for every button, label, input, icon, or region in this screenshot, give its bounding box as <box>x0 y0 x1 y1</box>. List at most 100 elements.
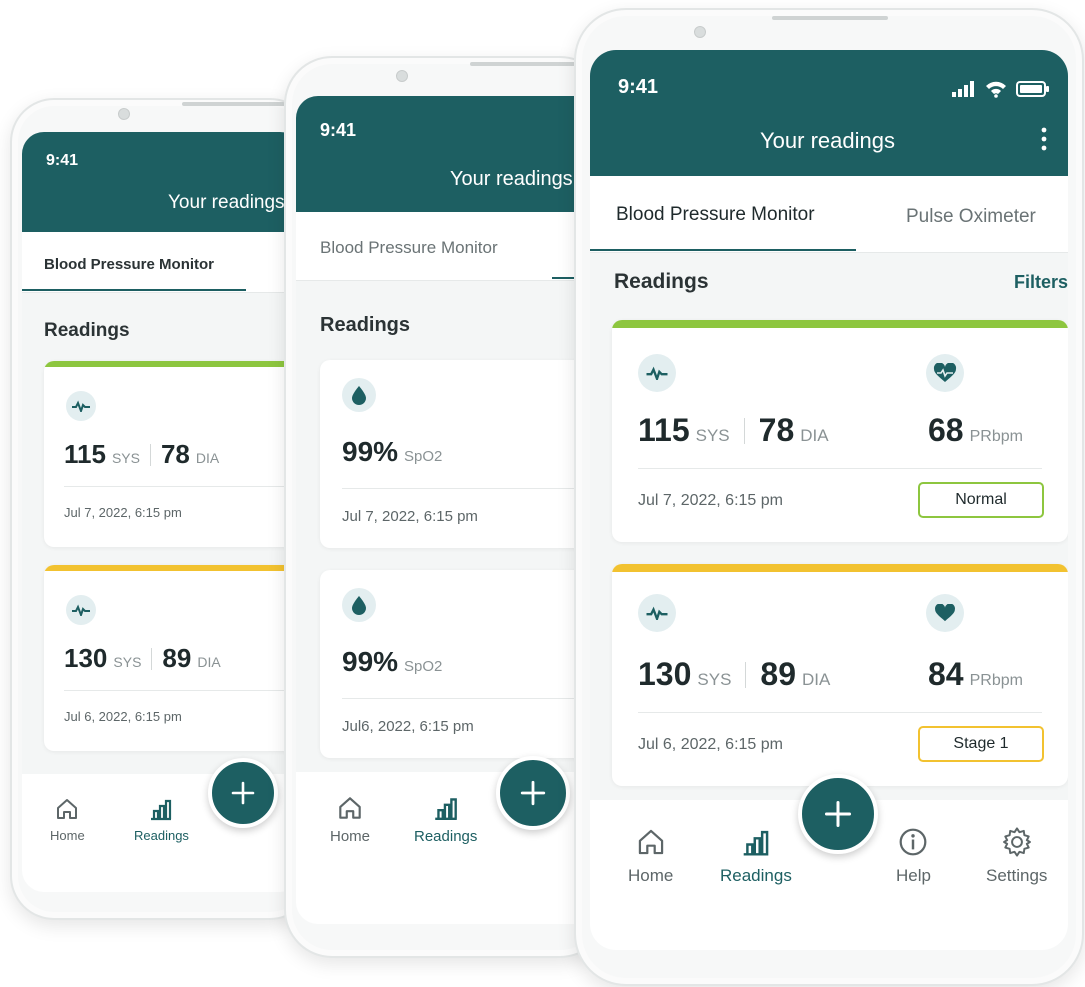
card-divider <box>342 488 596 489</box>
phone-screen: 9:41 Your readings Blood Pressure Monito… <box>296 96 596 924</box>
card-divider <box>342 698 596 699</box>
nav-settings[interactable]: Settings <box>986 826 1047 886</box>
nav-readings-label: Readings <box>720 866 792 885</box>
app-header: 9:41 Your readings <box>296 96 596 212</box>
home-icon <box>57 799 78 819</box>
readings-heading: Readings <box>320 314 411 336</box>
bar-chart-icon <box>434 798 457 820</box>
camera-dot <box>118 108 130 120</box>
status-badge-label: Stage 1 <box>953 735 1009 752</box>
spo2-reading-card[interactable]: 99% SpO2 Jul 7, 2022, 6:15 pm <box>320 360 596 548</box>
reading-date: Jul 7, 2022, 6:15 pm <box>638 492 783 509</box>
dia-unit: DIA <box>195 450 220 466</box>
dia-value: 89 <box>162 643 192 673</box>
status-time: 9:41 <box>320 120 357 140</box>
info-icon <box>900 828 927 856</box>
bar-chart-icon <box>743 830 769 856</box>
nav-help[interactable]: Help <box>896 826 931 886</box>
bp-reading-card[interactable]: 115 SYS 78 DIA Jul 7, 2022, 6:15 pm <box>44 361 302 547</box>
oxygen-drop-icon <box>342 378 376 412</box>
dia-value: 78 <box>160 439 190 469</box>
signal-icon <box>952 81 974 97</box>
pulse-value: 84 <box>928 656 964 692</box>
bp-reading-card[interactable]: 115 SYS 78 DIA 68 PRbpm Jul 7, 2022, 6:1… <box>612 320 1068 542</box>
add-reading-button[interactable] <box>798 774 878 854</box>
pulse-values: 68 PRbpm <box>928 412 1023 449</box>
spo2-unit: SpO2 <box>404 448 443 465</box>
tab-blood-pressure[interactable]: Blood Pressure Monitor <box>616 204 815 226</box>
nav-readings[interactable]: Readings <box>134 796 189 843</box>
camera-dot <box>694 26 706 38</box>
spo2-reading-card[interactable]: 99% SpO2 Jul6, 2022, 6:15 pm <box>320 570 596 758</box>
bp-reading-card[interactable]: 130 SYS 89 DIA 84 PRbpm Jul 6, 2022, 6:1… <box>612 564 1068 786</box>
status-time: 9:41 <box>618 76 659 98</box>
home-icon <box>339 797 361 819</box>
dia-value: 78 <box>758 412 795 448</box>
status-time: 9:41 <box>46 152 79 169</box>
phone-back-middle: 9:41 Your readings Blood Pressure Monito… <box>284 56 608 958</box>
app-header: 9:41 Your readings <box>590 50 1068 176</box>
nav-home[interactable]: Home <box>50 796 85 843</box>
plus-icon <box>231 781 255 805</box>
active-tab-indicator <box>22 289 246 291</box>
reading-date: Jul 6, 2022, 6:15 pm <box>64 709 182 724</box>
add-reading-button[interactable] <box>208 758 278 828</box>
tab-blood-pressure[interactable]: Blood Pressure Monitor <box>44 256 214 273</box>
plus-icon <box>824 800 852 828</box>
dia-unit: DIA <box>197 654 221 670</box>
nav-settings-label: Settings <box>986 866 1048 885</box>
pulse-wave-icon <box>66 595 96 625</box>
gear-icon <box>1002 827 1031 857</box>
spo2-value: 99% <box>342 646 399 677</box>
bp-values: 130 SYS 89 DIA <box>638 656 830 693</box>
status-badge-normal: Normal <box>918 482 1044 518</box>
reading-date: Jul 6, 2022, 6:15 pm <box>638 736 783 753</box>
card-divider <box>638 712 1042 713</box>
pulse-wave-icon <box>66 391 96 421</box>
filters-link[interactable]: Filters <box>1014 272 1068 293</box>
nav-readings[interactable]: Readings <box>414 794 477 845</box>
status-badge-stage1: Stage 1 <box>918 726 1044 762</box>
nav-readings[interactable]: Readings <box>720 826 792 886</box>
sys-unit: SYS <box>697 670 732 689</box>
reading-date: Jul 7, 2022, 6:15 pm <box>342 508 478 525</box>
nav-home[interactable]: Home <box>330 794 370 845</box>
add-reading-button[interactable] <box>496 756 570 830</box>
status-bar-stage1 <box>612 564 1068 572</box>
status-bar-normal <box>44 361 302 367</box>
phone-screen: 9:41 Your readings Blood Pressure Monito… <box>22 132 302 892</box>
pulse-unit: PRbpm <box>969 428 1023 445</box>
bp-values: 115 SYS 78 DIA <box>638 412 829 449</box>
value-divider <box>151 647 153 670</box>
status-bar-normal <box>612 320 1068 328</box>
spo2-value-row: 99% SpO2 <box>342 436 442 468</box>
sys-unit: SYS <box>695 426 730 445</box>
sys-value: 115 <box>638 412 690 448</box>
nav-home-label: Home <box>628 866 674 885</box>
phone-screen: 9:41 Your readings Blood Pressure Monito… <box>590 50 1068 950</box>
tab-blood-pressure[interactable]: Blood Pressure Monitor <box>320 238 498 258</box>
card-divider <box>64 690 302 691</box>
readings-heading: Readings <box>614 270 709 293</box>
bp-reading-card[interactable]: 130 SYS 89 DIA Jul 6, 2022, 6:15 pm <box>44 565 302 751</box>
tab-pulse-oximeter[interactable]: Pulse Oximeter <box>906 206 1036 228</box>
reading-date: Jul 7, 2022, 6:15 pm <box>64 505 182 520</box>
value-divider <box>743 417 745 444</box>
app-header: 9:41 Your readings <box>22 132 302 232</box>
sys-value: 130 <box>64 643 108 673</box>
page-title: Your readings <box>760 128 895 153</box>
page-title: Your readings <box>168 192 285 213</box>
card-divider <box>64 486 302 487</box>
value-divider <box>149 443 151 466</box>
dia-value: 89 <box>760 656 797 692</box>
card-divider <box>638 468 1042 469</box>
camera-dot <box>396 70 408 82</box>
battery-icon <box>1016 81 1049 97</box>
nav-readings-label: Readings <box>414 828 478 845</box>
nav-home[interactable]: Home <box>628 826 673 886</box>
phone-front: 9:41 Your readings Blood Pressure Monito… <box>574 8 1084 986</box>
dia-unit: DIA <box>800 426 829 445</box>
more-vertical-icon[interactable] <box>1040 126 1048 152</box>
wifi-icon <box>986 81 1006 98</box>
heart-icon <box>926 594 964 632</box>
